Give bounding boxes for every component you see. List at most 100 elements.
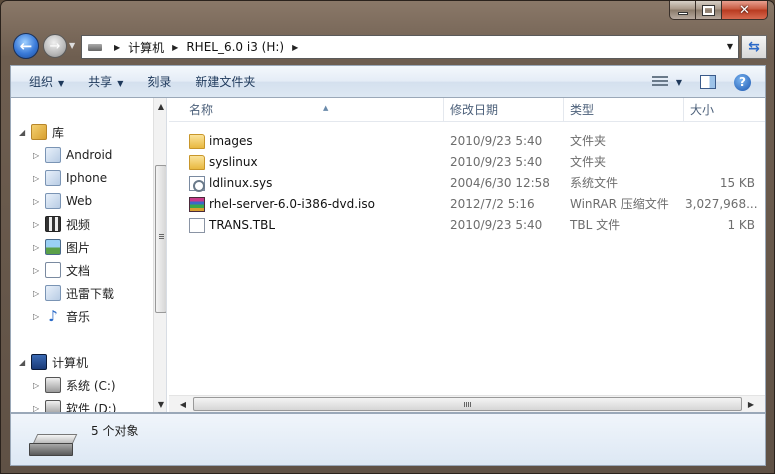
column-header-name[interactable]: 名称 ▲	[183, 98, 444, 122]
nav-label: Iphone	[66, 171, 108, 185]
collapsed-arrow-icon[interactable]: ▷	[33, 151, 43, 160]
file-size: 1 KB	[727, 218, 755, 232]
collapsed-arrow-icon[interactable]: ▷	[33, 289, 43, 298]
file-type: WinRAR 压缩文件	[570, 197, 669, 211]
nav-pane-scrollbar[interactable]: ▲ ▼	[153, 98, 166, 412]
view-dropdown-icon[interactable]: ▼	[676, 78, 682, 87]
refresh-icon: ⇆	[748, 39, 760, 55]
refresh-button[interactable]: ⇆	[741, 35, 767, 59]
preview-pane-icon[interactable]	[700, 75, 716, 89]
nav-item-drive-c[interactable]: ▷ 系统 (C:)	[33, 375, 116, 395]
collapsed-arrow-icon[interactable]: ▷	[33, 220, 43, 229]
file-type: 系统文件	[570, 176, 619, 190]
nav-item-iphone[interactable]: ▷ Iphone	[33, 168, 107, 188]
collapsed-arrow-icon[interactable]: ▷	[33, 197, 43, 206]
file-size: 3,027,968...	[685, 197, 758, 211]
command-bar: 组织 ▼ 共享 ▼ 刻录 新建文件夹 ▼ ?	[10, 65, 766, 97]
file-name: images	[209, 134, 253, 148]
sort-ascending-icon: ▲	[323, 104, 329, 112]
burn-button[interactable]: 刻录	[147, 73, 171, 90]
nav-item-videos[interactable]: ▷ 视频	[33, 214, 90, 234]
close-button[interactable]: ✕	[722, 1, 768, 20]
scroll-right-arrow-icon[interactable]: ▶	[743, 396, 759, 412]
folder-library-icon	[45, 193, 61, 209]
breadcrumb-drive[interactable]: RHEL_6.0 i3 (H:)	[186, 40, 284, 54]
navigation-row: ← → ▼ ▶ 计算机 ▶ RHEL_6.0 i3 (H:) ▶ ▼ ⇆	[1, 31, 774, 63]
file-name: ldlinux.sys	[209, 176, 273, 190]
folder-icon	[189, 134, 205, 149]
collapsed-arrow-icon[interactable]: ▷	[33, 243, 43, 252]
scroll-down-arrow-icon[interactable]: ▼	[154, 396, 166, 412]
nav-item-pictures[interactable]: ▷ 图片	[33, 237, 90, 257]
folder-library-icon	[45, 170, 61, 186]
chevron-right-icon[interactable]: ▶	[114, 43, 120, 52]
maximize-button[interactable]	[696, 1, 722, 20]
column-header-type[interactable]: 类型	[564, 98, 684, 122]
collapsed-arrow-icon[interactable]: ▷	[33, 266, 43, 275]
grip-icon	[464, 402, 471, 407]
file-row[interactable]: images 2010/9/23 5:40 文件夹	[169, 131, 765, 152]
column-header-size[interactable]: 大小	[684, 98, 765, 122]
collapsed-arrow-icon[interactable]: ▷	[33, 312, 43, 321]
organize-menu[interactable]: 组织 ▼	[29, 73, 64, 90]
view-options-icon[interactable]	[651, 76, 668, 88]
nav-item-libraries[interactable]: ◢ 库	[19, 122, 64, 142]
nav-item-thunder-downloads[interactable]: ▷ 迅雷下载	[33, 283, 114, 303]
folder-icon	[189, 155, 205, 170]
scroll-up-arrow-icon[interactable]: ▲	[154, 98, 166, 114]
organize-label: 组织	[29, 75, 54, 89]
nav-item-music[interactable]: ▷ ♪ 音乐	[33, 306, 90, 326]
column-header-date[interactable]: 修改日期	[444, 98, 564, 122]
chevron-down-icon: ▼	[117, 79, 124, 88]
nav-item-computer[interactable]: ◢ 计算机	[19, 352, 88, 372]
nav-label: 软件 (D:)	[66, 401, 117, 413]
system-file-icon	[189, 176, 205, 192]
breadcrumb-computer[interactable]: 计算机	[128, 39, 164, 56]
maximize-icon	[702, 4, 715, 16]
address-dropdown-icon[interactable]: ▼	[727, 42, 733, 51]
scrollbar-thumb[interactable]	[193, 397, 742, 411]
file-row[interactable]: syslinux 2010/9/23 5:40 文件夹	[169, 152, 765, 173]
chevron-right-icon[interactable]: ▶	[292, 43, 298, 52]
help-icon[interactable]: ?	[734, 73, 751, 91]
expanded-arrow-icon[interactable]: ◢	[19, 128, 29, 137]
nav-label: Android	[66, 148, 113, 162]
forward-button[interactable]: →	[43, 34, 67, 58]
video-library-icon	[45, 216, 61, 232]
file-row[interactable]: rhel-server-6.0-i386-dvd.iso 2012/7/2 5:…	[169, 194, 765, 215]
nav-item-web[interactable]: ▷ Web	[33, 191, 92, 211]
explorer-window: ✕ ← → ▼ ▶ 计算机 ▶ RHEL_6.0 i3 (H:) ▶ ▼ ⇆ 组…	[0, 0, 775, 474]
drive-icon	[29, 434, 78, 456]
computer-icon	[31, 354, 47, 370]
file-row[interactable]: ldlinux.sys 2004/6/30 12:58 系统文件 15 KB	[169, 173, 765, 194]
folder-library-icon	[45, 285, 61, 301]
minimize-button[interactable]	[669, 1, 696, 20]
back-button[interactable]: ←	[13, 33, 39, 59]
recent-pages-dropdown[interactable]: ▼	[69, 41, 75, 50]
file-row[interactable]: TRANS.TBL 2010/9/23 5:40 TBL 文件 1 KB	[169, 215, 765, 236]
collapsed-arrow-icon[interactable]: ▷	[33, 381, 43, 390]
nav-label: 迅雷下载	[66, 286, 115, 301]
nav-item-android[interactable]: ▷ Android	[33, 145, 112, 165]
collapsed-arrow-icon[interactable]: ▷	[33, 404, 43, 413]
chevron-right-icon[interactable]: ▶	[172, 43, 178, 52]
nav-item-drive-d[interactable]: ▷ 软件 (D:)	[33, 398, 116, 412]
address-bar[interactable]: ▶ 计算机 ▶ RHEL_6.0 i3 (H:) ▶ ▼	[81, 35, 739, 59]
share-menu[interactable]: 共享 ▼	[88, 73, 123, 90]
collapsed-arrow-icon[interactable]: ▷	[33, 174, 43, 183]
scroll-left-arrow-icon[interactable]: ◀	[175, 396, 191, 412]
winrar-archive-icon	[189, 197, 205, 212]
minimize-icon	[677, 11, 688, 15]
scrollbar-thumb[interactable]	[155, 165, 166, 313]
file-date: 2010/9/23 5:40	[450, 218, 543, 232]
new-folder-button[interactable]: 新建文件夹	[195, 73, 255, 90]
library-icon	[31, 124, 47, 140]
file-type: TBL 文件	[570, 218, 621, 232]
column-header-row: 名称 ▲ 修改日期 类型 大小	[169, 98, 765, 122]
file-list-hscrollbar[interactable]: ◀ ▶	[169, 395, 765, 412]
column-label: 类型	[570, 103, 595, 117]
document-library-icon	[45, 262, 61, 278]
expanded-arrow-icon[interactable]: ◢	[19, 358, 29, 367]
system-drive-icon	[45, 377, 61, 393]
nav-item-documents[interactable]: ▷ 文档	[33, 260, 90, 280]
